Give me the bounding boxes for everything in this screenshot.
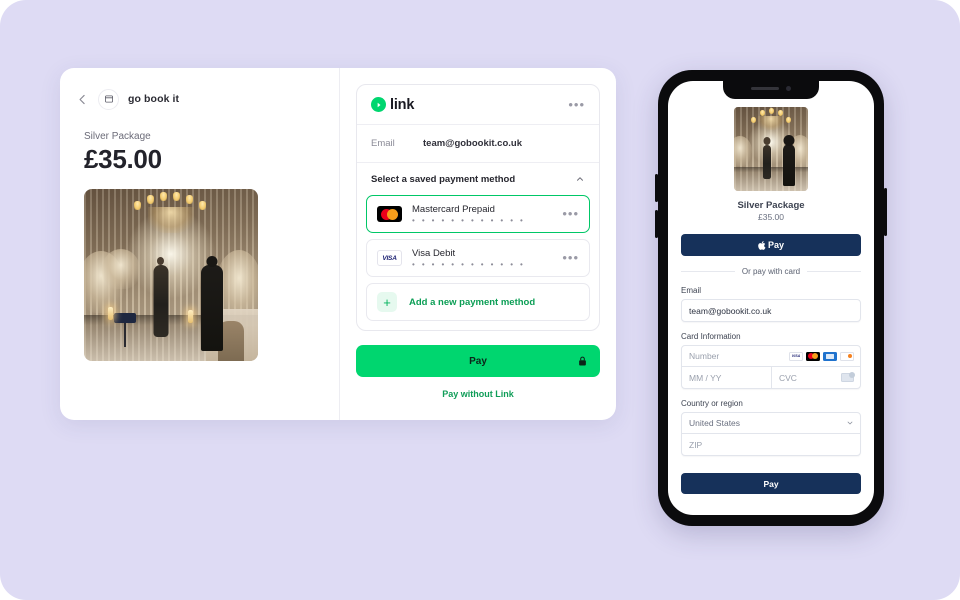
card-expiry-cvc-row: MM / YY CVC [682, 367, 860, 388]
phone-product-title: Silver Package [737, 200, 805, 211]
saved-methods-header[interactable]: Select a saved payment method [357, 163, 599, 195]
method-name: Mastercard Prepaid [412, 204, 495, 215]
product-summary-pane: go book it Silver Package £35.00 [60, 68, 339, 420]
figure-woman [153, 264, 169, 337]
phone-product-summary: Silver Package £35.00 [681, 107, 861, 222]
apple-logo-icon [758, 240, 766, 250]
card-information-label: Card Information [681, 332, 741, 341]
merchant-header: go book it [76, 88, 319, 110]
card-number-placeholder: Number [689, 351, 720, 361]
card-number-field[interactable]: Number VISA [682, 346, 860, 367]
chandelier-decor [130, 191, 212, 235]
saved-methods-title: Select a saved payment method [371, 173, 516, 185]
more-options-icon[interactable]: ••• [568, 98, 585, 111]
link-mark-icon [371, 97, 386, 112]
more-options-icon[interactable]: ••• [562, 207, 579, 220]
visa-icon: VISA [377, 250, 402, 266]
pay-button-label: Pay [469, 355, 487, 367]
pay-button[interactable]: Pay [356, 345, 600, 377]
plus-icon: + [377, 292, 397, 312]
zip-placeholder: ZIP [689, 439, 703, 450]
discover-icon [840, 351, 854, 361]
browser-window-icon[interactable] [98, 88, 119, 110]
phone-pay-button-label: Pay [763, 478, 779, 489]
method-mask: • • • • • • • • • • • • [412, 260, 526, 269]
method-name: Visa Debit [412, 248, 456, 259]
back-arrow-icon[interactable] [76, 93, 89, 106]
apple-pay-label: Pay [767, 240, 784, 250]
accepted-card-brands: VISA [789, 351, 854, 361]
package-price: £35.00 [84, 144, 162, 174]
method-mask: • • • • • • • • • • • • [412, 216, 526, 225]
zip-field[interactable]: ZIP [682, 434, 860, 455]
more-options-icon[interactable]: ••• [562, 251, 579, 264]
divider-line-right [807, 271, 861, 272]
phone-product-image [734, 107, 808, 191]
product-image [84, 189, 258, 361]
country-zip-group: United States ZIP [681, 412, 861, 456]
link-wordmark: link [390, 96, 415, 113]
divider-line-left [681, 271, 735, 272]
amex-icon [823, 351, 837, 361]
add-payment-method-button[interactable]: + Add a new payment method [366, 283, 590, 321]
card-cvc-field[interactable]: CVC [772, 367, 860, 388]
pay-without-link-button[interactable]: Pay without Link [356, 389, 600, 399]
package-label: Silver Package [84, 131, 151, 142]
chevron-down-icon[interactable] [846, 419, 854, 427]
or-pay-with-card-label: Or pay with card [741, 267, 801, 276]
mastercard-icon [377, 206, 402, 222]
phone-product-price: £35.00 [758, 212, 784, 222]
link-header: link ••• [357, 85, 599, 125]
speaker-grille-icon [751, 86, 779, 91]
method-text: Mastercard Prepaid • • • • • • • • • • •… [412, 204, 552, 225]
merchant-name: go book it [128, 93, 180, 105]
country-field-label: Country or region [681, 399, 743, 408]
country-select[interactable]: United States [682, 413, 860, 434]
method-text: Visa Debit • • • • • • • • • • • • [412, 248, 552, 269]
or-pay-with-card-divider: Or pay with card [681, 267, 861, 276]
checkout-card: go book it Silver Package £35.00 link ••… [60, 68, 616, 420]
payment-method-visa[interactable]: VISA Visa Debit • • • • • • • • • • • • … [366, 239, 590, 277]
email-field[interactable]: team@gobookit.co.uk [681, 299, 861, 322]
chevron-up-icon[interactable] [575, 174, 585, 184]
phone-notch [723, 81, 819, 99]
figure-man [201, 264, 224, 351]
card-expiry-field[interactable]: MM / YY [682, 367, 772, 388]
phone-volume-down-button[interactable] [655, 210, 658, 238]
phone-pay-button[interactable]: Pay [681, 473, 861, 494]
link-email-label: Email [371, 138, 395, 149]
cvc-card-icon [841, 372, 855, 382]
link-email-row: Email team@gobookit.co.uk [357, 125, 599, 163]
saved-methods-list: Mastercard Prepaid • • • • • • • • • • •… [357, 195, 599, 330]
screenshot-canvas: go book it Silver Package £35.00 link ••… [0, 0, 960, 600]
phone-mockup: Silver Package £35.00 Pay Or pay with ca… [655, 70, 887, 526]
payment-method-mastercard[interactable]: Mastercard Prepaid • • • • • • • • • • •… [366, 195, 590, 233]
phone-volume-up-button[interactable] [655, 174, 658, 202]
visa-icon: VISA [789, 351, 803, 361]
music-stand-decor [113, 313, 136, 324]
floral-mid [102, 248, 140, 289]
phone-screen: Silver Package £35.00 Pay Or pay with ca… [668, 81, 874, 515]
card-information-group: Number VISA MM / YY CVC [681, 345, 861, 389]
mastercard-icon [806, 351, 820, 361]
link-logo: link [371, 97, 414, 113]
apple-pay-button[interactable]: Pay [681, 234, 861, 256]
link-card: link ••• Email team@gobookit.co.uk Selec… [356, 84, 600, 331]
phone-power-button[interactable] [884, 188, 887, 236]
email-field-label: Email [681, 286, 702, 295]
add-payment-method-label: Add a new payment method [409, 296, 536, 308]
front-camera-icon [786, 86, 791, 91]
link-email-value: team@gobookit.co.uk [423, 138, 522, 149]
email-field-value[interactable]: team@gobookit.co.uk [682, 300, 860, 321]
lock-icon [579, 356, 586, 366]
link-payment-pane: link ••• Email team@gobookit.co.uk Selec… [340, 68, 616, 420]
card-cvc-placeholder: CVC [779, 372, 797, 383]
country-value: United States [689, 418, 741, 428]
